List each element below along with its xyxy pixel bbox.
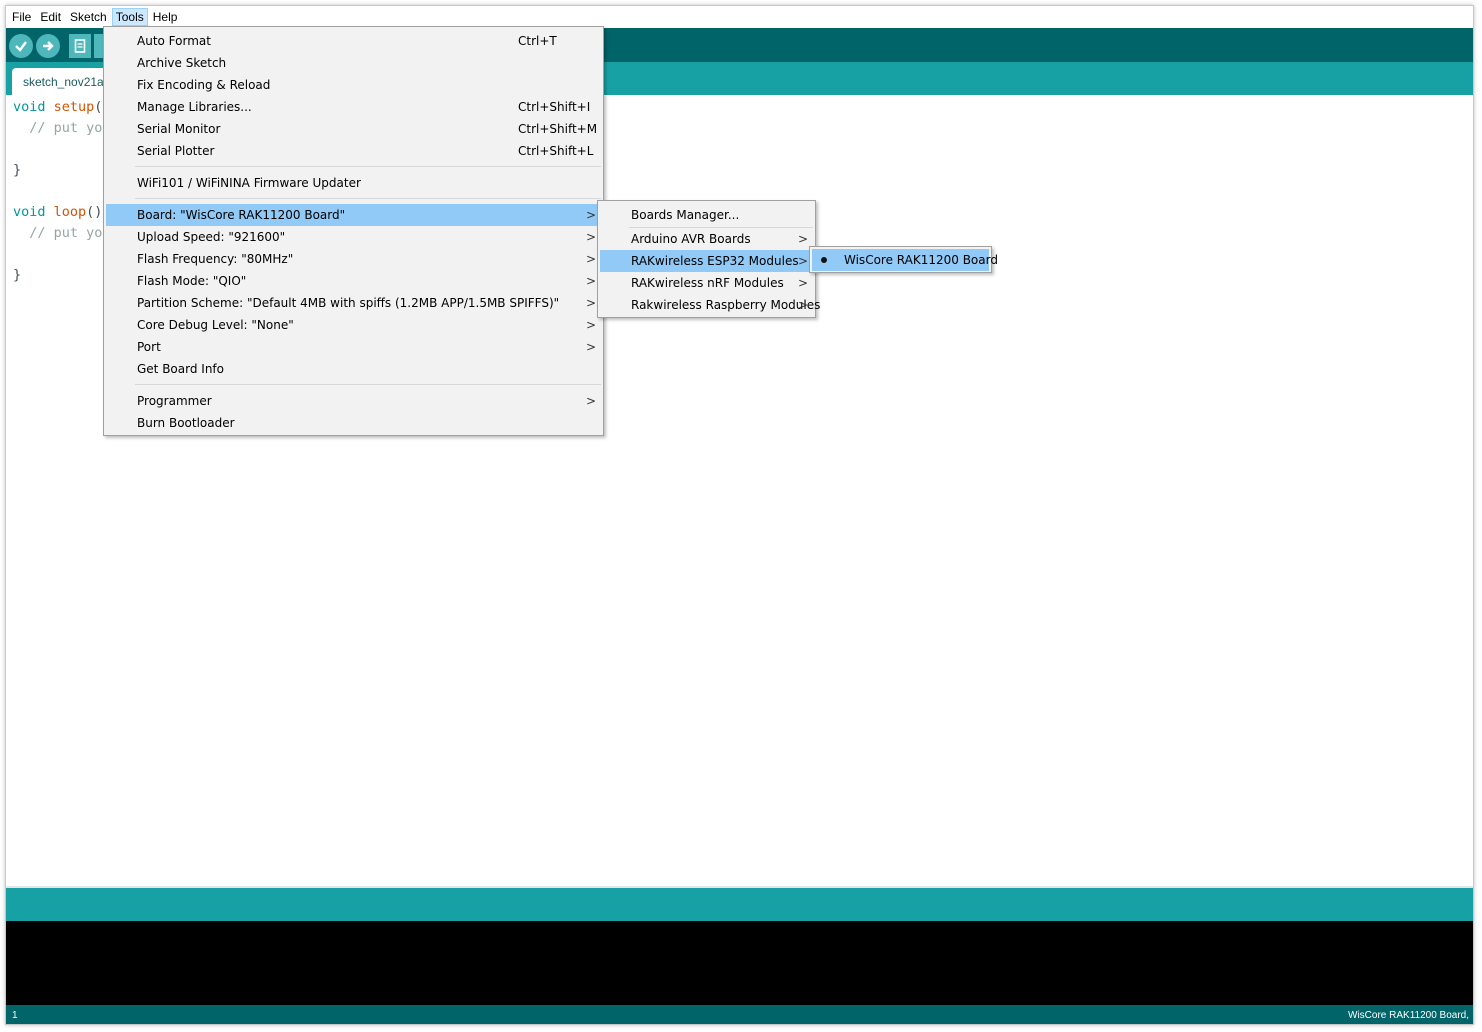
menu-bar: File Edit Sketch Tools Help <box>6 6 1473 28</box>
chevron-right-icon: > <box>585 208 596 222</box>
menu-separator <box>135 166 601 167</box>
menu-item-burn-bootloader[interactable]: Burn Bootloader <box>106 412 601 434</box>
menu-item-core-debug-level[interactable]: Core Debug Level: "None" > <box>106 314 601 336</box>
menu-file[interactable]: File <box>8 8 35 26</box>
status-bar: 1 WisCore RAK11200 Board, <box>6 1005 1473 1024</box>
checkmark-icon <box>15 41 27 52</box>
menu-item-serial-monitor[interactable]: Serial Monitor Ctrl+Shift+M <box>106 118 601 140</box>
menu-item-rakwireless-raspberry[interactable]: Rakwireless Raspberry Modules > <box>600 294 820 316</box>
menu-item-programmer[interactable]: Programmer > <box>106 390 601 412</box>
verify-button[interactable] <box>9 34 33 58</box>
menu-item-get-board-info[interactable]: Get Board Info <box>106 358 601 380</box>
upload-button[interactable] <box>36 34 60 58</box>
menu-item-archive-sketch[interactable]: Archive Sketch <box>106 52 601 74</box>
chevron-right-icon: > <box>585 394 596 408</box>
menu-item-manage-libraries[interactable]: Manage Libraries... Ctrl+Shift+I <box>106 96 601 118</box>
status-line-number: 1 <box>12 1010 18 1021</box>
board-submenu: Boards Manager... Arduino AVR Boards > RA… <box>597 200 820 318</box>
menu-item-board[interactable]: Board: "WisCore RAK11200 Board" > <box>106 204 601 226</box>
menu-item-arduino-avr-boards[interactable]: Arduino AVR Boards > <box>600 228 813 250</box>
status-board-name: WisCore RAK11200 Board, <box>1348 1010 1469 1021</box>
chevron-right-icon: > <box>797 232 808 246</box>
menu-item-rakwireless-nrf[interactable]: RAKwireless nRF Modules > <box>600 272 813 294</box>
message-bar <box>6 888 1473 921</box>
menu-item-auto-format[interactable]: Auto Format Ctrl+T <box>106 30 601 52</box>
menu-item-firmware-updater[interactable]: WiFi101 / WiFiNINA Firmware Updater <box>106 172 601 194</box>
menu-separator <box>135 198 601 199</box>
console-output[interactable] <box>6 921 1473 1005</box>
chevron-right-icon: > <box>797 298 808 312</box>
chevron-right-icon: > <box>585 340 596 354</box>
menu-edit[interactable]: Edit <box>36 8 65 26</box>
chevron-right-icon: > <box>585 252 596 266</box>
arrow-right-icon <box>43 41 54 51</box>
new-file-icon <box>74 39 86 53</box>
code-line: } <box>13 267 22 283</box>
menu-item-upload-speed[interactable]: Upload Speed: "921600" > <box>106 226 601 248</box>
menu-tools[interactable]: Tools <box>111 8 148 26</box>
menu-item-fix-encoding[interactable]: Fix Encoding & Reload <box>106 74 601 96</box>
menu-item-port[interactable]: Port > <box>106 336 601 358</box>
menu-item-wiscore-rak11200[interactable]: WisCore RAK11200 Board <box>812 249 998 271</box>
menu-separator <box>135 384 601 385</box>
code-line: } <box>13 162 22 178</box>
menu-item-flash-frequency[interactable]: Flash Frequency: "80MHz" > <box>106 248 601 270</box>
esp32-submenu: WisCore RAK11200 Board <box>809 246 998 273</box>
chevron-right-icon: > <box>585 230 596 244</box>
chevron-right-icon: > <box>797 276 808 290</box>
new-sketch-button[interactable] <box>69 34 91 58</box>
chevron-right-icon: > <box>585 274 596 288</box>
radio-selected-icon <box>821 257 827 263</box>
chevron-right-icon: > <box>585 296 596 310</box>
menu-help[interactable]: Help <box>149 8 182 26</box>
menu-item-serial-plotter[interactable]: Serial Plotter Ctrl+Shift+L <box>106 140 601 162</box>
tools-menu: Auto Format Ctrl+T Archive Sketch Fix Enc… <box>103 26 604 436</box>
menu-item-boards-manager[interactable]: Boards Manager... <box>600 204 813 226</box>
menu-item-rakwireless-esp32[interactable]: RAKwireless ESP32 Modules > <box>600 250 813 272</box>
menu-item-flash-mode[interactable]: Flash Mode: "QIO" > <box>106 270 601 292</box>
menu-item-partition-scheme[interactable]: Partition Scheme: "Default 4MB with spif… <box>106 292 601 314</box>
menu-sketch[interactable]: Sketch <box>66 8 111 26</box>
chevron-right-icon: > <box>585 318 596 332</box>
chevron-right-icon: > <box>797 254 808 268</box>
